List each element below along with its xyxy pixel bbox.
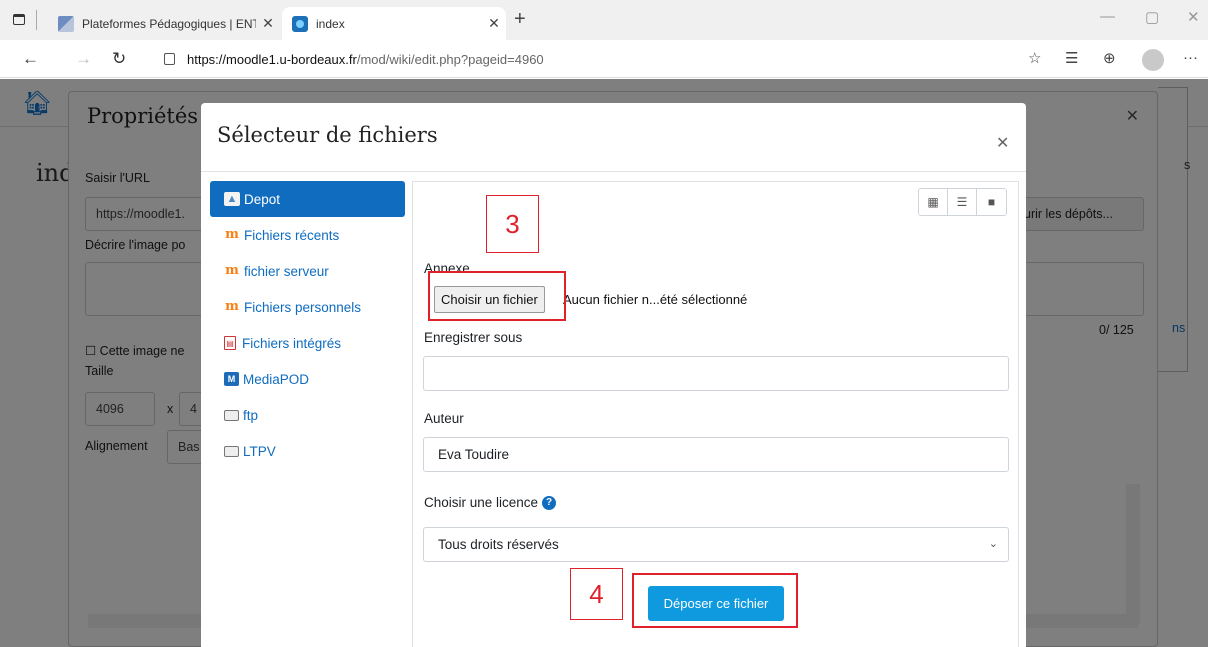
tab-actions-icon[interactable] <box>13 14 25 25</box>
back-icon[interactable]: ← <box>22 49 39 69</box>
favorite-star-icon[interactable]: ☆ <box>1028 49 1041 67</box>
tab-separator <box>36 10 37 30</box>
repo-item-ltpv[interactable]: LTPV <box>210 433 405 469</box>
save-as-label: Enregistrer sous <box>424 330 523 345</box>
collections-icon[interactable]: ⊕ <box>1103 49 1116 67</box>
folder-box-icon <box>224 409 239 421</box>
chevron-down-icon: ⌄ <box>988 538 998 550</box>
no-file-selected-text: Aucun fichier n...été sélectionné <box>563 292 748 307</box>
repo-label: Fichiers intégrés <box>242 335 342 351</box>
grid-view-icon[interactable]: ▦ <box>919 189 948 215</box>
folder-box-icon <box>224 445 239 457</box>
repo-label: fichier serveur <box>244 263 329 279</box>
license-select[interactable]: Tous droits réservés ⌄ <box>423 527 1009 562</box>
moodle-icon: m <box>225 227 239 242</box>
repo-item-ftp[interactable]: ftp <box>210 397 405 433</box>
header-divider <box>201 171 1026 172</box>
step-3-highlight <box>428 271 566 321</box>
lock-icon <box>164 53 175 65</box>
file-picker-title: Sélecteur de fichiers <box>217 123 438 147</box>
license-label: Choisir une licence <box>424 495 539 510</box>
address-bar: ← → ↻ https://moodle1.u-bordeaux.fr/mod/… <box>0 40 1208 78</box>
step-4-highlight <box>632 573 798 628</box>
license-value: Tous droits réservés <box>438 537 559 552</box>
repo-label: Depot <box>244 191 281 207</box>
ent-favicon-icon <box>58 15 74 32</box>
window-close-icon[interactable]: ✕ <box>1187 8 1200 26</box>
new-tab-icon[interactable]: + <box>514 8 526 31</box>
forward-icon[interactable]: → <box>75 49 92 69</box>
browser-tab-index[interactable]: index ✕ <box>282 7 506 40</box>
browser-tab-ent[interactable]: Plateformes Pédagogiques | ENT ✕ <box>48 7 280 40</box>
repository-list: ▲ Depot m Fichiers récents m fichier ser… <box>210 181 405 469</box>
view-toggle: ▦ ☰ ■ <box>918 188 1007 216</box>
upload-icon: ▲ <box>224 192 240 206</box>
moodle-icon: m <box>225 299 239 314</box>
close-tab-icon[interactable]: ✕ <box>482 15 506 32</box>
repo-item-recent-files[interactable]: m Fichiers récents <box>210 217 405 253</box>
repo-item-mediapod[interactable]: M MediaPOD <box>210 361 405 397</box>
moodle-icon: m <box>225 263 239 278</box>
mediapod-icon: M <box>224 372 239 386</box>
repo-label: Fichiers récents <box>244 227 340 243</box>
license-label-row: Choisir une licence? <box>424 495 557 511</box>
help-icon[interactable]: ? <box>542 496 557 511</box>
tab-title: index <box>316 16 345 31</box>
list-view-icon[interactable]: ☰ <box>948 189 977 215</box>
save-as-input[interactable] <box>423 356 1009 391</box>
repo-item-server-files[interactable]: m fichier serveur <box>210 253 405 289</box>
restore-icon[interactable]: ▢ <box>1145 8 1159 26</box>
file-picker-dialog: Sélecteur de fichiers ✕ ▲ Depot m Fichie… <box>201 103 1026 647</box>
browser-tab-bar: Plateformes Pédagogiques | ENT ✕ index ✕… <box>0 0 1208 40</box>
step-4-badge: 4 <box>570 568 623 620</box>
repo-label: Fichiers personnels <box>244 299 362 315</box>
folder-view-icon[interactable]: ■ <box>977 189 1006 215</box>
repo-item-depot[interactable]: ▲ Depot <box>210 181 405 217</box>
minimize-icon[interactable]: — <box>1100 8 1115 25</box>
author-label: Auteur <box>424 411 464 426</box>
refresh-icon[interactable]: ↻ <box>112 49 126 69</box>
more-menu-icon[interactable]: ··· <box>1183 49 1198 66</box>
profile-avatar[interactable] <box>1142 49 1164 71</box>
pdf-icon: ▤ <box>224 336 236 350</box>
tab-title: Plateformes Pédagogiques | ENT <box>82 16 256 31</box>
close-icon[interactable]: ✕ <box>996 133 1009 153</box>
url-host: https://moodle1.u-bordeaux.fr <box>187 51 357 67</box>
repo-item-embedded-files[interactable]: ▤ Fichiers intégrés <box>210 325 405 361</box>
repo-label: MediaPOD <box>243 371 310 387</box>
url-path: /mod/wiki/edit.php?pageid=4960 <box>356 51 544 67</box>
favorites-list-icon[interactable]: ☰ <box>1065 49 1078 67</box>
url-field[interactable]: https://moodle1.u-bordeaux.fr/mod/wiki/e… <box>150 46 1030 72</box>
repo-label: ftp <box>243 407 259 423</box>
close-tab-icon[interactable]: ✕ <box>256 15 280 32</box>
step-3-badge: 3 <box>486 195 539 253</box>
repo-item-private-files[interactable]: m Fichiers personnels <box>210 289 405 325</box>
repo-label: LTPV <box>243 443 276 459</box>
moodle-favicon-icon <box>292 15 308 32</box>
author-input[interactable]: Eva Toudire <box>423 437 1009 472</box>
